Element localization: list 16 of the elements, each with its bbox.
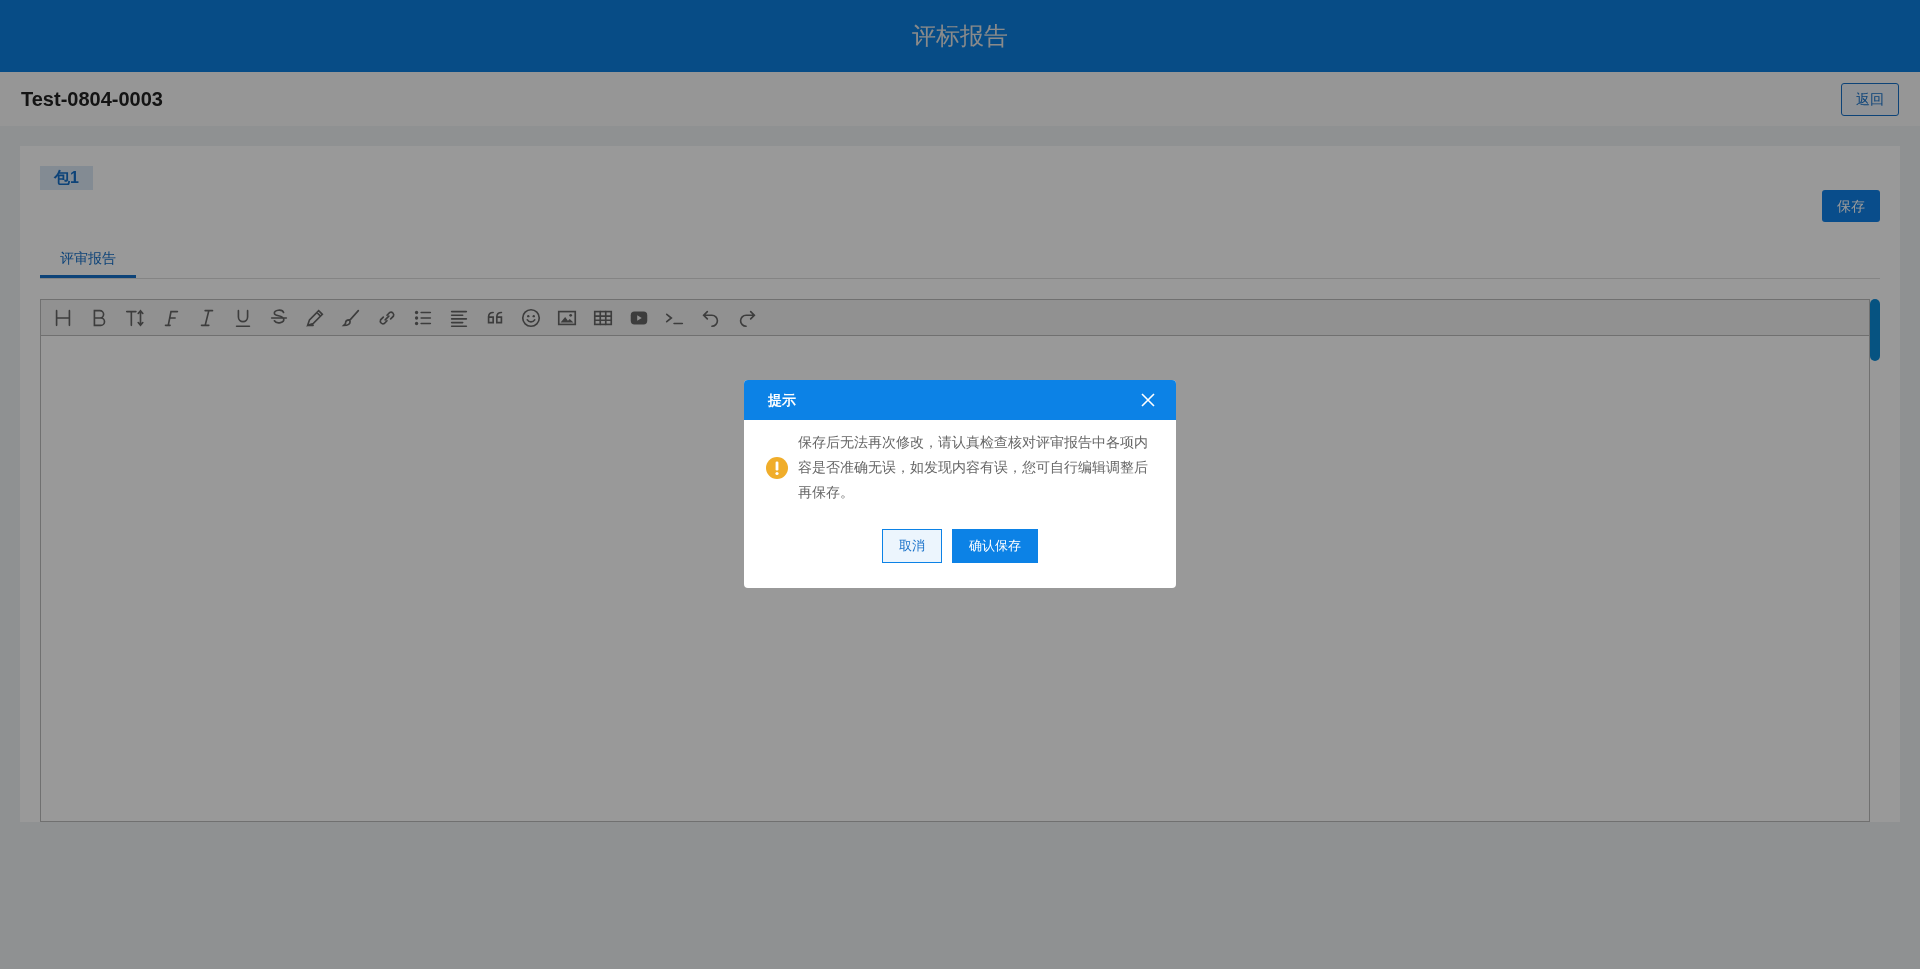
close-button[interactable] <box>1140 392 1156 408</box>
back-button[interactable]: 返回 <box>1841 82 1899 116</box>
font-size-icon[interactable] <box>124 306 146 329</box>
save-button[interactable]: 保存 <box>1822 190 1880 222</box>
confirm-button[interactable]: 确认保存 <box>952 529 1038 563</box>
project-title: Test-0804-0003 <box>21 87 163 112</box>
scrollbar-thumb[interactable] <box>1870 299 1880 361</box>
tab[interactable]: 评审报告 <box>40 242 136 278</box>
package-tag: 包1 <box>40 166 93 190</box>
dialog-message: 保存后无法再次修改，请认真检查核对评审报告中各项内容是否准确无误，如发现内容有误，您可自行编辑调整后再保存。 <box>798 433 1148 502</box>
rich-text-editor[interactable] <box>40 299 1870 822</box>
cancel-button[interactable]: 取消 <box>882 529 942 563</box>
page-title: 评标报告 <box>912 21 1008 51</box>
emoji-icon[interactable] <box>520 306 542 329</box>
warning-icon <box>766 456 788 479</box>
dialog-title: 提示 <box>768 390 796 410</box>
